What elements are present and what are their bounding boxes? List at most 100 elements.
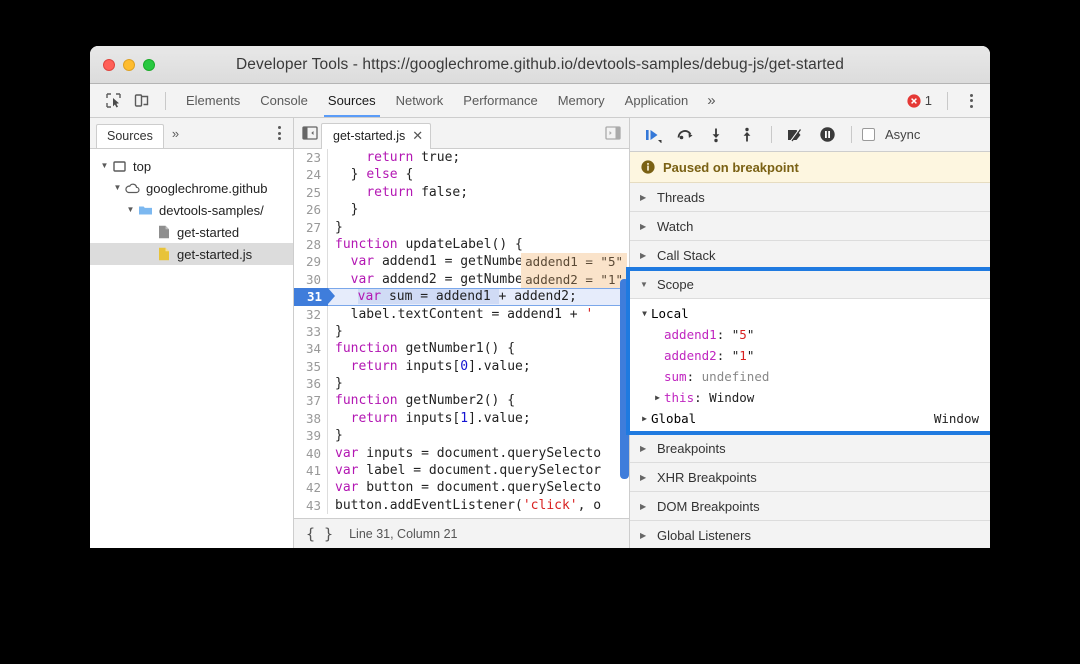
line-number[interactable]: 41	[294, 462, 328, 479]
pretty-print-braces-icon[interactable]: { }	[306, 525, 333, 543]
section-global-listeners[interactable]: ▶ Global Listeners	[630, 521, 990, 548]
code-line[interactable]: 34function getNumber1() {	[294, 340, 629, 357]
line-number[interactable]: 38	[294, 410, 328, 427]
device-toolbar-icon[interactable]	[128, 88, 154, 114]
code-line[interactable]: 28function updateLabel() {	[294, 236, 629, 253]
line-number[interactable]: 31	[294, 288, 328, 305]
code-line[interactable]: 39}	[294, 427, 629, 444]
close-window-button[interactable]	[103, 59, 115, 71]
line-number[interactable]: 34	[294, 340, 328, 357]
close-icon[interactable]: ✕	[412, 128, 423, 144]
line-number[interactable]: 42	[294, 479, 328, 496]
code-line[interactable]: 24 } else {	[294, 166, 629, 183]
kebab-menu-icon[interactable]	[959, 94, 982, 108]
section-xhr-breakpoints[interactable]: ▶ XHR Breakpoints	[630, 463, 990, 492]
code-line[interactable]: 29 var addend1 = getNumber1();addend1 = …	[294, 253, 629, 270]
editor-scrollbar[interactable]	[620, 279, 629, 479]
tree-item-top[interactable]: ▼ top	[90, 155, 293, 177]
resume-script-icon[interactable]	[640, 122, 668, 148]
line-number[interactable]: 37	[294, 392, 328, 409]
step-out-icon[interactable]	[733, 122, 761, 148]
scope-group-local[interactable]: ▼ Local	[630, 303, 990, 324]
expand-triangle-icon[interactable]: ▼	[111, 184, 124, 192]
deactivate-breakpoints-icon[interactable]	[782, 122, 810, 148]
tab-application[interactable]: Application	[616, 84, 698, 117]
scope-group-global[interactable]: ▶ Global Window	[630, 408, 990, 429]
tab-sources[interactable]: Sources	[319, 84, 385, 117]
line-number[interactable]: 40	[294, 445, 328, 462]
tab-console[interactable]: Console	[251, 84, 317, 117]
section-dom-breakpoints[interactable]: ▶ DOM Breakpoints	[630, 492, 990, 521]
line-number[interactable]: 32	[294, 306, 328, 323]
maximize-window-button[interactable]	[143, 59, 155, 71]
tree-item-label: googlechrome.github	[146, 181, 267, 196]
code-viewport[interactable]: 23 return true;24 } else {25 return fals…	[294, 149, 629, 518]
code-line[interactable]: 38 return inputs[1].value;	[294, 410, 629, 427]
step-into-icon[interactable]	[702, 122, 730, 148]
line-number[interactable]: 25	[294, 184, 328, 201]
code-line[interactable]: 43button.addEventListener('click', o	[294, 497, 629, 514]
tree-item-googlechrome[interactable]: ▼ googlechrome.github	[90, 177, 293, 199]
show-debugger-icon[interactable]	[602, 122, 624, 144]
tab-memory[interactable]: Memory	[549, 84, 614, 117]
async-checkbox[interactable]	[862, 128, 875, 141]
code-line[interactable]: 26 }	[294, 201, 629, 218]
chevron-right-icon[interactable]: ▶	[651, 393, 664, 402]
section-call-stack[interactable]: ▶ Call Stack	[630, 241, 990, 270]
code-line[interactable]: 37function getNumber2() {	[294, 392, 629, 409]
code-line[interactable]: 32 label.textContent = addend1 + '	[294, 306, 629, 323]
tab-elements[interactable]: Elements	[177, 84, 249, 117]
expand-triangle-icon[interactable]: ▼	[124, 206, 137, 214]
line-number[interactable]: 27	[294, 219, 328, 236]
code-line[interactable]: 35 return inputs[0].value;	[294, 358, 629, 375]
code-line[interactable]: 31 var sum = addend1 + addend2;	[294, 288, 629, 305]
line-number[interactable]: 39	[294, 427, 328, 444]
code-line[interactable]: 41var label = document.querySelector	[294, 462, 629, 479]
line-number[interactable]: 36	[294, 375, 328, 392]
error-badge[interactable]: 1	[907, 93, 936, 108]
code-line[interactable]: 42var button = document.querySelecto	[294, 479, 629, 496]
code-line[interactable]: 36}	[294, 375, 629, 392]
editor-tab-get-started-js[interactable]: get-started.js ✕	[321, 123, 431, 149]
line-number[interactable]: 26	[294, 201, 328, 218]
scope-entry-sum[interactable]: sum : undefined	[630, 366, 990, 387]
tree-item-devtools-samples[interactable]: ▼ devtools-samples/	[90, 199, 293, 221]
section-breakpoints[interactable]: ▶ Breakpoints	[630, 434, 990, 463]
show-navigator-icon[interactable]	[299, 122, 321, 144]
chevron-down-icon[interactable]: ▼	[638, 309, 651, 318]
line-number[interactable]: 24	[294, 166, 328, 183]
code-line[interactable]: 40var inputs = document.querySelecto	[294, 445, 629, 462]
scope-entry-addend1[interactable]: addend1 : "5"	[630, 324, 990, 345]
chevron-right-icon[interactable]: ▶	[638, 414, 651, 423]
inspect-element-icon[interactable]	[100, 88, 126, 114]
code-line[interactable]: 33}	[294, 323, 629, 340]
code-line[interactable]: 23 return true;	[294, 149, 629, 166]
line-number[interactable]: 29	[294, 253, 328, 270]
code-line[interactable]: 25 return false;	[294, 184, 629, 201]
line-number[interactable]: 43	[294, 497, 328, 514]
code-line[interactable]: 30 var addend2 = getNumber2();addend2 = …	[294, 271, 629, 288]
navigator-tab-sources[interactable]: Sources	[96, 124, 164, 148]
pause-on-exceptions-icon[interactable]	[813, 122, 841, 148]
code-line[interactable]: 27}	[294, 219, 629, 236]
tab-performance[interactable]: Performance	[454, 84, 546, 117]
scope-entry-this[interactable]: ▶ this : Window	[630, 387, 990, 408]
more-panels-chevron-icon[interactable]: »	[699, 92, 723, 109]
expand-triangle-icon[interactable]: ▼	[98, 162, 111, 170]
minimize-window-button[interactable]	[123, 59, 135, 71]
tree-item-get-started[interactable]: get-started	[90, 221, 293, 243]
section-watch[interactable]: ▶ Watch	[630, 212, 990, 241]
line-number[interactable]: 28	[294, 236, 328, 253]
section-threads[interactable]: ▶ Threads	[630, 183, 990, 212]
tree-item-get-started-js[interactable]: get-started.js	[90, 243, 293, 265]
line-number[interactable]: 23	[294, 149, 328, 166]
navigator-kebab-menu-icon[interactable]	[270, 126, 289, 140]
line-number[interactable]: 35	[294, 358, 328, 375]
tab-network[interactable]: Network	[387, 84, 453, 117]
line-number[interactable]: 30	[294, 271, 328, 288]
line-number[interactable]: 33	[294, 323, 328, 340]
step-over-icon[interactable]	[671, 122, 699, 148]
navigator-more-chevron-icon[interactable]: »	[164, 126, 187, 141]
section-scope[interactable]: ▼ Scope	[630, 270, 990, 299]
scope-entry-addend2[interactable]: addend2 : "1"	[630, 345, 990, 366]
